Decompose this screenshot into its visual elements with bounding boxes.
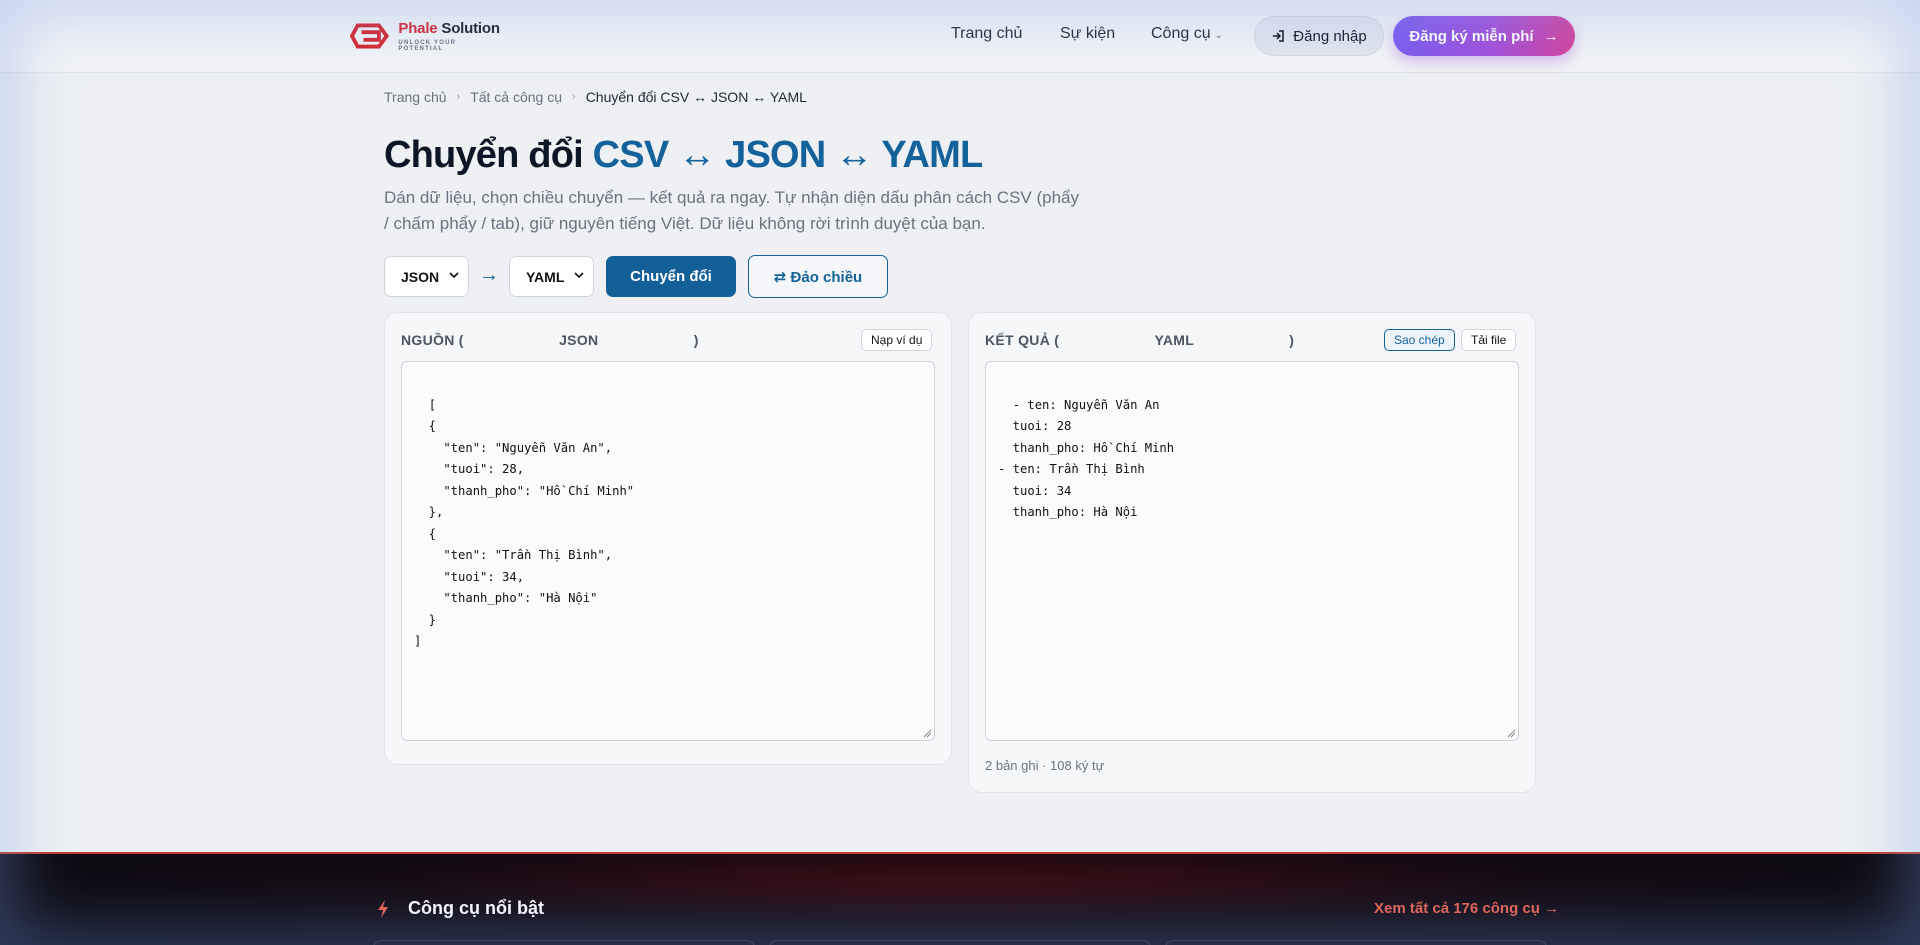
logo-name: Phale Solution	[398, 19, 500, 37]
page-title: Chuyển đổi CSV ↔ JSON ↔ YAML	[384, 134, 983, 176]
resize-handle-icon[interactable]	[922, 728, 932, 738]
chevron-right-icon: ›	[572, 91, 576, 103]
from-format-select[interactable]: JSON	[384, 256, 469, 297]
download-button[interactable]: Tải file	[1461, 329, 1517, 351]
login-icon	[1273, 30, 1285, 42]
tool-card[interactable]	[768, 940, 1152, 945]
logo-mark-icon	[350, 23, 390, 49]
login-button[interactable]: Đăng nhập	[1254, 16, 1384, 56]
load-sample-button[interactable]: Nạp ví dụ	[861, 329, 933, 351]
nav-home[interactable]: Trang chủ	[951, 25, 1022, 43]
source-textarea[interactable]: [ { "ten": "Nguyễn Văn An", "tuoi": 28, …	[401, 361, 935, 741]
view-all-tools-link[interactable]: Xem tất cả 176 công cụ →	[1374, 900, 1559, 917]
logo-tagline: UNLOCK YOUR POTENTIAL	[398, 39, 457, 52]
chevron-down-icon	[574, 272, 584, 279]
resize-handle-icon[interactable]	[1506, 728, 1516, 738]
tool-card[interactable]	[372, 940, 756, 945]
signup-button[interactable]: Đăng ký miễn phí →	[1393, 16, 1575, 56]
result-stats: 2 bản ghi · 108 ký tự	[985, 758, 1105, 773]
chevron-down-icon	[449, 272, 459, 279]
page-description: Dán dữ liệu, chọn chiều chuyển — kết quả…	[384, 188, 1080, 233]
breadcrumb-all-tools[interactable]: Tất cả công cụ	[470, 89, 562, 105]
tool-card[interactable]	[1164, 940, 1548, 945]
lightning-icon	[378, 900, 388, 918]
featured-tools-section: Công cụ nổi bật Xem tất cả 176 công cụ →	[0, 852, 1920, 945]
site-header: Phale Solution UNLOCK YOUR POTENTIAL Tra…	[0, 0, 1920, 73]
to-format-select[interactable]: YAML	[509, 256, 594, 297]
result-textarea[interactable]: - ten: Nguyễn Văn An tuoi: 28 thanh_pho:…	[985, 361, 1519, 741]
chevron-down-icon: ⌄	[1214, 30, 1223, 41]
breadcrumb-current: Chuyển đổi CSV ↔ JSON ↔ YAML	[585, 89, 807, 105]
result-label: KẾT QUẢ (YAML)	[985, 332, 1295, 348]
arrow-right-icon: →	[1543, 27, 1559, 45]
source-label: NGUỒN (JSON)	[401, 332, 699, 348]
nav-events[interactable]: Sự kiện	[1060, 25, 1115, 43]
direction-arrow: →	[479, 264, 499, 286]
chevron-right-icon: ›	[456, 91, 461, 103]
featured-tools-title: Công cụ nổi bật	[408, 898, 544, 918]
convert-button[interactable]: Chuyển đổi	[606, 256, 736, 297]
logo[interactable]: Phale Solution UNLOCK YOUR POTENTIAL	[350, 18, 500, 54]
breadcrumb-home[interactable]: Trang chủ	[384, 89, 447, 105]
swap-direction-button[interactable]: ⇄ Đảo chiều	[748, 255, 888, 298]
breadcrumb: Trang chủ › Tất cả công cụ › Chuyển đổi …	[384, 89, 807, 105]
copy-button[interactable]: Sao chép	[1384, 329, 1455, 351]
nav-tools[interactable]: Công cụ ⌄	[1151, 25, 1223, 43]
